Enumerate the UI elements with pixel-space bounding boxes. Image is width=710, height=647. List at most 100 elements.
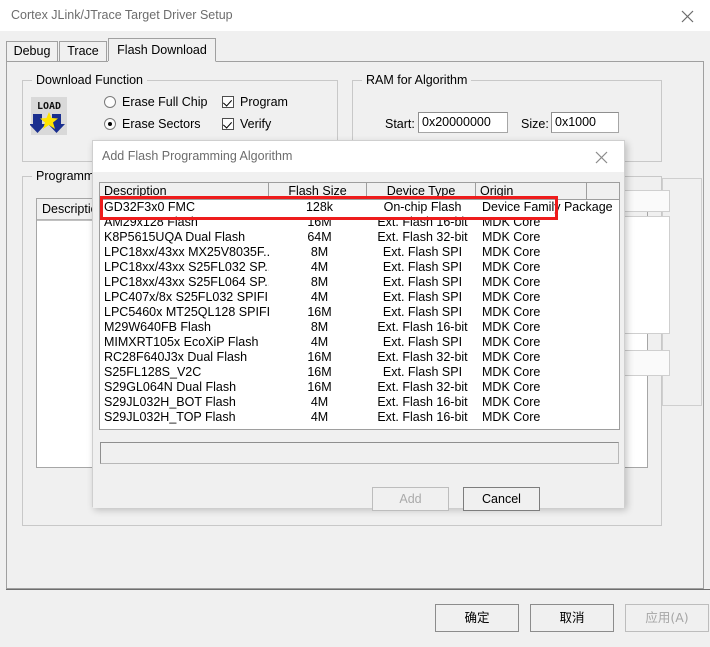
add-flash-programming-algorithm-dialog: Add Flash Programming Algorithm Descript… (92, 140, 625, 511)
cancel-button[interactable]: 取消 (530, 604, 614, 632)
ram-start-input[interactable]: 0x20000000 (418, 112, 508, 133)
table-row[interactable]: LPC18xx/43xx S25FL064 SP... 8M Ext. Flash … (100, 275, 619, 290)
cell-origin: MDK Core (482, 395, 541, 409)
cell-flash-size: 16M (307, 365, 332, 379)
checkbox-verify-label: Verify (240, 117, 272, 131)
dialog-titlebar: Add Flash Programming Algorithm (93, 141, 624, 172)
cell-description: LPC18xx/43xx S25FL032 SP... (104, 260, 269, 274)
table-row[interactable]: S29JL032H_BOT Flash 4M Ext. Flash 16-bit MD… (100, 395, 619, 410)
table-row[interactable]: M29W640FB Flash 8M Ext. Flash 16-bit MDK Co… (100, 320, 619, 335)
table-row[interactable]: LPC18xx/43xx S25FL032 SP... 4M Ext. Flash … (100, 260, 619, 275)
cell-flash-size: 16M (307, 380, 332, 394)
algorithm-path-input[interactable] (100, 442, 619, 464)
cell-description: S25FL128S_V2C (104, 365, 202, 379)
cell-flash-size: 16M (307, 350, 332, 364)
cell-description: LPC18xx/43xx MX25V8035F... (104, 245, 269, 259)
flash-algorithm-list-header: Description Flash Size Device Type Origi… (100, 183, 619, 200)
window-title: Cortex JLink/JTrace Target Driver Setup (11, 8, 233, 22)
dialog-close-button[interactable] (580, 141, 624, 172)
cell-origin: MDK Core (482, 290, 541, 304)
cell-description: AM29x128 Flash (104, 215, 198, 229)
table-row[interactable]: S25FL128S_V2C 16M Ext. Flash SPI MDK Core (100, 365, 619, 380)
cell-flash-size: 4M (310, 290, 329, 304)
svg-text:LOAD: LOAD (37, 101, 61, 112)
apply-button: 应用(A) (625, 604, 709, 632)
column-header-device-type[interactable]: Device Type (367, 183, 476, 200)
cell-description: S29GL064N Dual Flash (104, 380, 237, 394)
cell-device-type: Ext. Flash 32-bit (377, 380, 468, 394)
cell-flash-size: 4M (310, 335, 329, 349)
table-row[interactable]: GD32F3x0 FMC 128k On-chip Flash Device Fami… (100, 200, 619, 215)
cell-flash-size: 16M (307, 305, 332, 319)
tab-flash-download[interactable]: Flash Download (108, 38, 216, 62)
cell-origin: MDK Core (482, 380, 541, 394)
cell-device-type: Ext. Flash 32-bit (377, 230, 468, 244)
cell-flash-size: 16M (307, 215, 332, 229)
column-header-flash-size[interactable]: Flash Size (269, 183, 367, 200)
tab-active-mask (108, 61, 210, 63)
checkbox-program[interactable]: Program (222, 95, 288, 109)
footer-separator (6, 589, 710, 590)
cell-device-type: Ext. Flash 16-bit (377, 410, 468, 424)
bg-widget-list (623, 216, 670, 334)
column-header-spacer (587, 183, 619, 200)
checkbox-verify[interactable]: Verify (222, 117, 271, 131)
window-titlebar: Cortex JLink/JTrace Target Driver Setup (0, 0, 710, 31)
cell-flash-size: 4M (310, 260, 329, 274)
table-row[interactable]: LPC407x/8x S25FL032 SPIFI 4M Ext. Flash SP… (100, 290, 619, 305)
dialog-body: Description Flash Size Device Type Origi… (93, 172, 624, 511)
cell-origin: Device Family Package (482, 200, 613, 214)
ram-size-input[interactable]: 0x1000 (551, 112, 619, 133)
radio-erase-full-chip-label: Erase Full Chip (122, 95, 208, 109)
cell-device-type: Ext. Flash SPI (382, 275, 463, 289)
cell-device-type: Ext. Flash SPI (382, 335, 463, 349)
cell-device-type: Ext. Flash SPI (382, 365, 463, 379)
cell-description: S29JL032H_TOP Flash (104, 410, 236, 424)
dialog-cancel-button[interactable]: Cancel (463, 487, 540, 511)
cell-flash-size: 4M (310, 395, 329, 409)
radio-erase-sectors-label: Erase Sectors (122, 117, 201, 131)
table-row[interactable]: LPC5460x MT25QL128 SPIFI 16M Ext. Flash SP… (100, 305, 619, 320)
cell-description: LPC407x/8x S25FL032 SPIFI (104, 290, 268, 304)
cell-origin: MDK Core (482, 245, 541, 259)
cell-description: GD32F3x0 FMC (104, 200, 195, 214)
tab-strip: Debug Trace Flash Download (6, 38, 704, 62)
radio-erase-sectors[interactable]: Erase Sectors (104, 117, 201, 131)
cell-origin: MDK Core (482, 275, 541, 289)
table-row[interactable]: MIMXRT105x EcoXiP Flash 4M Ext. Flash SPI M… (100, 335, 619, 350)
cell-flash-size: 8M (310, 275, 329, 289)
table-row[interactable]: LPC18xx/43xx MX25V8035F... 8M Ext. Flash S… (100, 245, 619, 260)
cell-origin: MDK Core (482, 350, 541, 364)
cell-description: MIMXRT105x EcoXiP Flash (104, 335, 259, 349)
column-header-description[interactable]: Description (100, 183, 269, 200)
add-button: Add (372, 487, 449, 511)
cell-device-type: Ext. Flash 32-bit (377, 350, 468, 364)
cell-flash-size: 8M (310, 320, 329, 334)
cell-origin: MDK Core (482, 410, 541, 424)
table-row[interactable]: RC28F640J3x Dual Flash 16M Ext. Flash 32-b… (100, 350, 619, 365)
table-row[interactable]: S29GL064N Dual Flash 16M Ext. Flash 32-bit… (100, 380, 619, 395)
column-header-origin[interactable]: Origin (476, 183, 587, 200)
ok-button[interactable]: 确定 (435, 604, 519, 632)
cell-flash-size: 4M (310, 410, 329, 424)
table-row[interactable]: AM29x128 Flash 16M Ext. Flash 16-bit MDK Co… (100, 215, 619, 230)
tab-debug[interactable]: Debug (6, 41, 58, 62)
table-row[interactable]: S29JL032H_TOP Flash 4M Ext. Flash 16-bit MD… (100, 410, 619, 425)
tab-trace[interactable]: Trace (59, 41, 107, 62)
cell-description: K8P5615UQA Dual Flash (104, 230, 246, 244)
checkbox-program-label: Program (240, 95, 288, 109)
radio-erase-full-chip[interactable]: Erase Full Chip (104, 95, 207, 109)
cell-device-type: Ext. Flash 16-bit (377, 395, 468, 409)
flash-algorithm-list[interactable]: Description Flash Size Device Type Origi… (99, 182, 620, 430)
cell-description: M29W640FB Flash (104, 320, 211, 334)
window-close-button[interactable] (666, 0, 710, 31)
flash-algorithm-rows: GD32F3x0 FMC 128k On-chip Flash Device Fami… (100, 200, 619, 425)
dialog-title: Add Flash Programming Algorithm (102, 149, 293, 163)
close-icon (681, 10, 694, 23)
bg-widget-bottom (623, 350, 670, 376)
cell-device-type: On-chip Flash (383, 200, 462, 214)
cell-description: RC28F640J3x Dual Flash (104, 350, 248, 364)
table-row[interactable]: K8P5615UQA Dual Flash 64M Ext. Flash 32-bi… (100, 230, 619, 245)
ram-size-label: Size: (521, 117, 549, 131)
cell-flash-size: 64M (307, 230, 332, 244)
